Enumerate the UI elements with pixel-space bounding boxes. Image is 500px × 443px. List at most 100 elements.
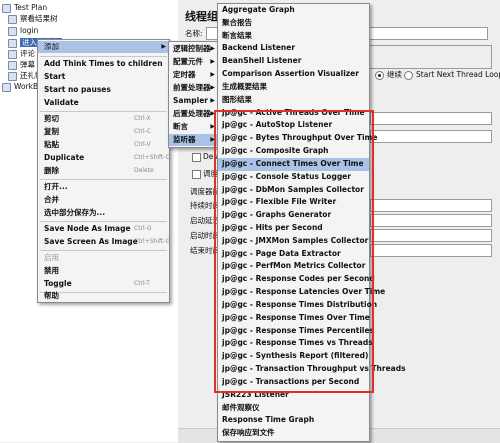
scheduler-check-icon[interactable]	[192, 169, 201, 179]
submenu-item-config-element[interactable]: 配置元件 ▶	[169, 56, 218, 68]
listener-item[interactable]: BeanShell Listener	[218, 55, 369, 68]
menu-item-disable[interactable]: 禁用	[38, 265, 169, 277]
context-menu: 添加 ▶ Add Think Times to children Start S…	[37, 39, 170, 303]
listener-item[interactable]: jp@gc - Flexible File Writer	[218, 196, 369, 209]
submenu-arrow-icon: ▶	[210, 71, 215, 78]
end-time-input[interactable]	[370, 244, 492, 257]
end-time-label: 结束时间	[190, 246, 220, 255]
submenu-arrow-icon: ▶	[210, 58, 215, 65]
thread-group-icon	[8, 71, 17, 81]
scheduler-checkbox[interactable]: 调度	[192, 169, 218, 179]
radio-continue-icon[interactable]	[375, 70, 384, 80]
listener-item[interactable]: 图形结果	[218, 94, 369, 107]
menu-item-copy[interactable]: 复制 Ctrl-C	[38, 126, 169, 138]
menu-item-cut[interactable]: 剪切 Ctrl-X	[38, 113, 169, 125]
listener-item[interactable]: jp@gc - AutoStop Listener	[218, 119, 369, 132]
listener-item[interactable]: Backend Listener	[218, 42, 369, 55]
menu-separator	[40, 179, 167, 180]
on-error-continue[interactable]: 继续	[375, 70, 402, 80]
listener-item[interactable]: jp@gc - Transaction Throughput vs Thread…	[218, 363, 406, 376]
submenu-arrow-icon: ▶	[210, 136, 215, 143]
tree-item-comment[interactable]: 评论	[8, 49, 35, 59]
listener-submenu: Aggregate Graph 聚合报告 断言结果 Backend Listener B…	[217, 3, 406, 442]
menu-item-open[interactable]: 打开...	[38, 181, 169, 193]
submenu-item-pre-processor[interactable]: 前置处理器 ▶	[169, 82, 218, 94]
tree-item-danmaku[interactable]: 弹幕	[8, 60, 35, 70]
menu-separator	[40, 250, 167, 251]
tree-item-login[interactable]: login	[8, 26, 38, 36]
listener-item[interactable]: jp@gc - Response Times vs Threads	[218, 337, 373, 350]
workbench-icon	[2, 82, 11, 92]
ramp-up-input[interactable]	[370, 130, 492, 143]
submenu-arrow-icon: ▶	[210, 45, 215, 52]
listener-item[interactable]: 生成概要结果	[218, 81, 369, 94]
menu-item-paste[interactable]: 粘贴 Ctrl-V	[38, 139, 169, 151]
listener-item[interactable]: jp@gc - Response Latencies Over Time	[218, 286, 385, 299]
submenu-item-listener[interactable]: 监听器 ▶	[169, 134, 218, 146]
submenu-item-post-processor[interactable]: 后置处理器 ▶	[169, 108, 218, 120]
listener-item[interactable]: 保存响应到文件	[218, 427, 369, 440]
submenu-item-timer[interactable]: 定时器 ▶	[169, 69, 218, 81]
submenu-item-logic-controller[interactable]: 逻辑控制器 ▶	[169, 43, 218, 55]
submenu-item-assertion[interactable]: 断言 ▶	[169, 121, 218, 133]
listener-item[interactable]: jp@gc - JMXMon Samples Collector	[218, 235, 369, 248]
menu-item-validate[interactable]: Validate	[38, 97, 169, 109]
duration-label: 持续时间	[190, 201, 220, 210]
menu-item-start[interactable]: Start	[38, 71, 169, 83]
thread-group-icon	[8, 49, 17, 59]
listener-item[interactable]: jp@gc - Console Status Logger	[218, 171, 369, 184]
panel-title: 线程组	[185, 10, 218, 23]
menu-item-save-screen-as-image[interactable]: Save Screen As Image Ctrl+Shift-G	[38, 236, 170, 248]
listener-item[interactable]: jp@gc - Response Times Percentiles	[218, 325, 374, 338]
tree-item-view-results-tree[interactable]: 察看结果树	[8, 14, 58, 24]
thread-count-input[interactable]	[370, 112, 492, 125]
listener-item[interactable]: 邮件观察仪	[218, 402, 369, 415]
menu-item-help[interactable]: 帮助	[38, 290, 169, 301]
menu-item-toggle[interactable]: Toggle Ctrl-T	[38, 278, 169, 290]
startup-delay-label: 启动延迟	[190, 216, 220, 225]
menu-item-delete[interactable]: 删除 Delete	[38, 165, 169, 177]
menu-item-start-no-pauses[interactable]: Start no pauses	[38, 84, 169, 96]
listener-item[interactable]: jp@gc - Hits per Second	[218, 222, 369, 235]
menu-item-merge[interactable]: 合并	[38, 194, 169, 206]
submenu-arrow-icon: ▶	[161, 43, 166, 50]
listener-item[interactable]: 聚合报告	[218, 17, 369, 30]
menu-item-add-think-times[interactable]: Add Think Times to children	[38, 58, 169, 70]
on-error-next-loop[interactable]: Start Next Thread Loop	[404, 70, 500, 80]
name-label: 名称:	[185, 29, 203, 38]
listener-item[interactable]: Response Time Graph	[218, 414, 369, 427]
listener-item[interactable]: jp@gc - Graphs Generator	[218, 209, 369, 222]
menu-item-add[interactable]: 添加 ▶	[38, 41, 169, 53]
start-time-input[interactable]	[370, 229, 492, 242]
radio-next-loop-icon[interactable]	[404, 70, 413, 80]
thread-group-icon	[8, 60, 17, 70]
menu-separator	[40, 111, 167, 112]
listener-item[interactable]: jp@gc - Connect Times Over Time	[218, 157, 369, 171]
add-submenu: 逻辑控制器 ▶ 配置元件 ▶ 定时器 ▶ 前置处理器 ▶ Sampler ▶ 后置处理器 ▶…	[168, 41, 219, 148]
listener-item[interactable]: jp@gc - Transactions per Second	[218, 376, 369, 389]
tree-item-test-plan[interactable]: Test Plan	[2, 3, 47, 13]
listener-item[interactable]: jp@gc - Response Codes per Second	[218, 273, 375, 286]
listener-item[interactable]: jp@gc - Bytes Throughput Over Time	[218, 132, 377, 145]
submenu-arrow-icon: ▶	[210, 123, 215, 130]
listener-item[interactable]: jp@gc - Response Times Distribution	[218, 299, 377, 312]
listener-item[interactable]: jp@gc - DbMon Samples Collector	[218, 184, 369, 197]
listener-item[interactable]: jp@gc - Active Threads Over Time	[218, 107, 369, 120]
menu-item-save-node-as-image[interactable]: Save Node As Image Ctrl-G	[38, 223, 169, 235]
listener-item[interactable]: jp@gc - Synthesis Report (filtered)	[218, 350, 369, 363]
listener-item[interactable]: jp@gc - PerfMon Metrics Collector	[218, 260, 369, 273]
listener-item[interactable]: JSR223 Listener	[218, 389, 369, 402]
listener-item[interactable]: Comparison Assertion Visualizer	[218, 68, 369, 81]
startup-delay-input[interactable]	[370, 214, 492, 227]
submenu-item-sampler[interactable]: Sampler ▶	[169, 95, 218, 107]
menu-item-duplicate[interactable]: Duplicate Ctrl+Shift-C	[38, 152, 170, 164]
menu-item-save-selection-as[interactable]: 选中部分保存为...	[38, 207, 169, 219]
listener-item[interactable]: Aggregate Graph	[218, 4, 369, 17]
menu-item-enable[interactable]: 启用	[38, 252, 169, 264]
listener-item[interactable]: 断言结果	[218, 30, 369, 43]
duration-input[interactable]	[370, 199, 492, 212]
listener-item[interactable]: jp@gc - Page Data Extractor	[218, 248, 369, 261]
listener-item[interactable]: jp@gc - Composite Graph	[218, 145, 369, 158]
listener-item[interactable]: jp@gc - Response Times Over Time	[218, 312, 370, 325]
delay-check-icon[interactable]	[192, 152, 201, 162]
